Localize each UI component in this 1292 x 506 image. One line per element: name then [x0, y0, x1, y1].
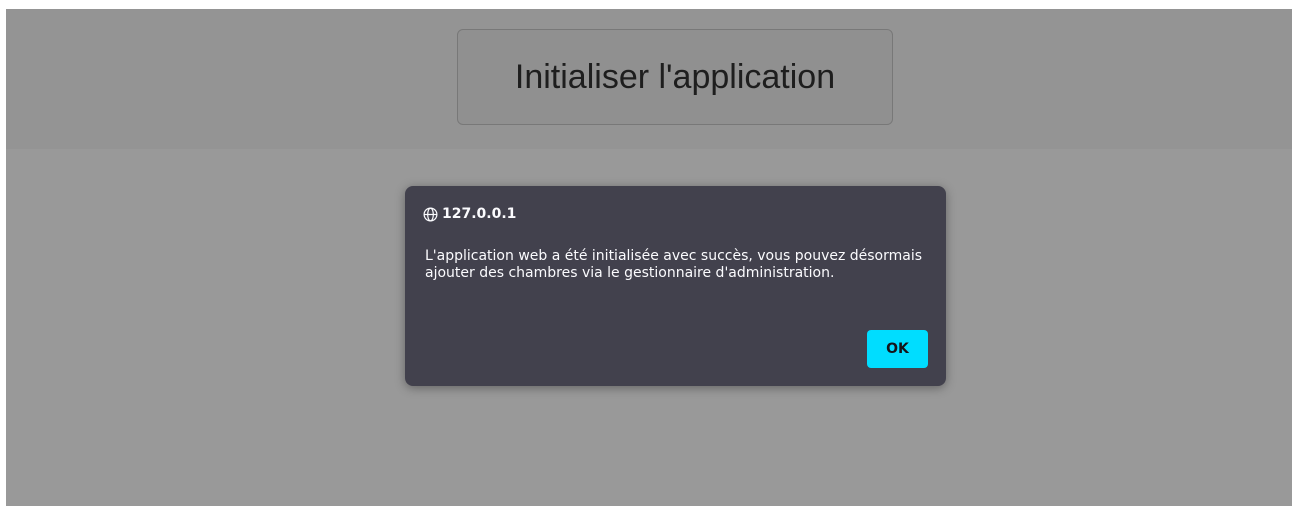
- dialog-message: L'application web a été initialisée avec…: [425, 248, 923, 281]
- browser-viewport: Initialiser l'application 127.0.0.1 L'ap…: [6, 9, 1292, 506]
- alert-dialog: 127.0.0.1 L'application web a été initia…: [405, 186, 946, 386]
- dialog-origin: 127.0.0.1: [442, 206, 517, 222]
- ok-button[interactable]: OK: [867, 330, 928, 368]
- dialog-title: 127.0.0.1: [423, 206, 516, 222]
- globe-icon: [423, 207, 438, 222]
